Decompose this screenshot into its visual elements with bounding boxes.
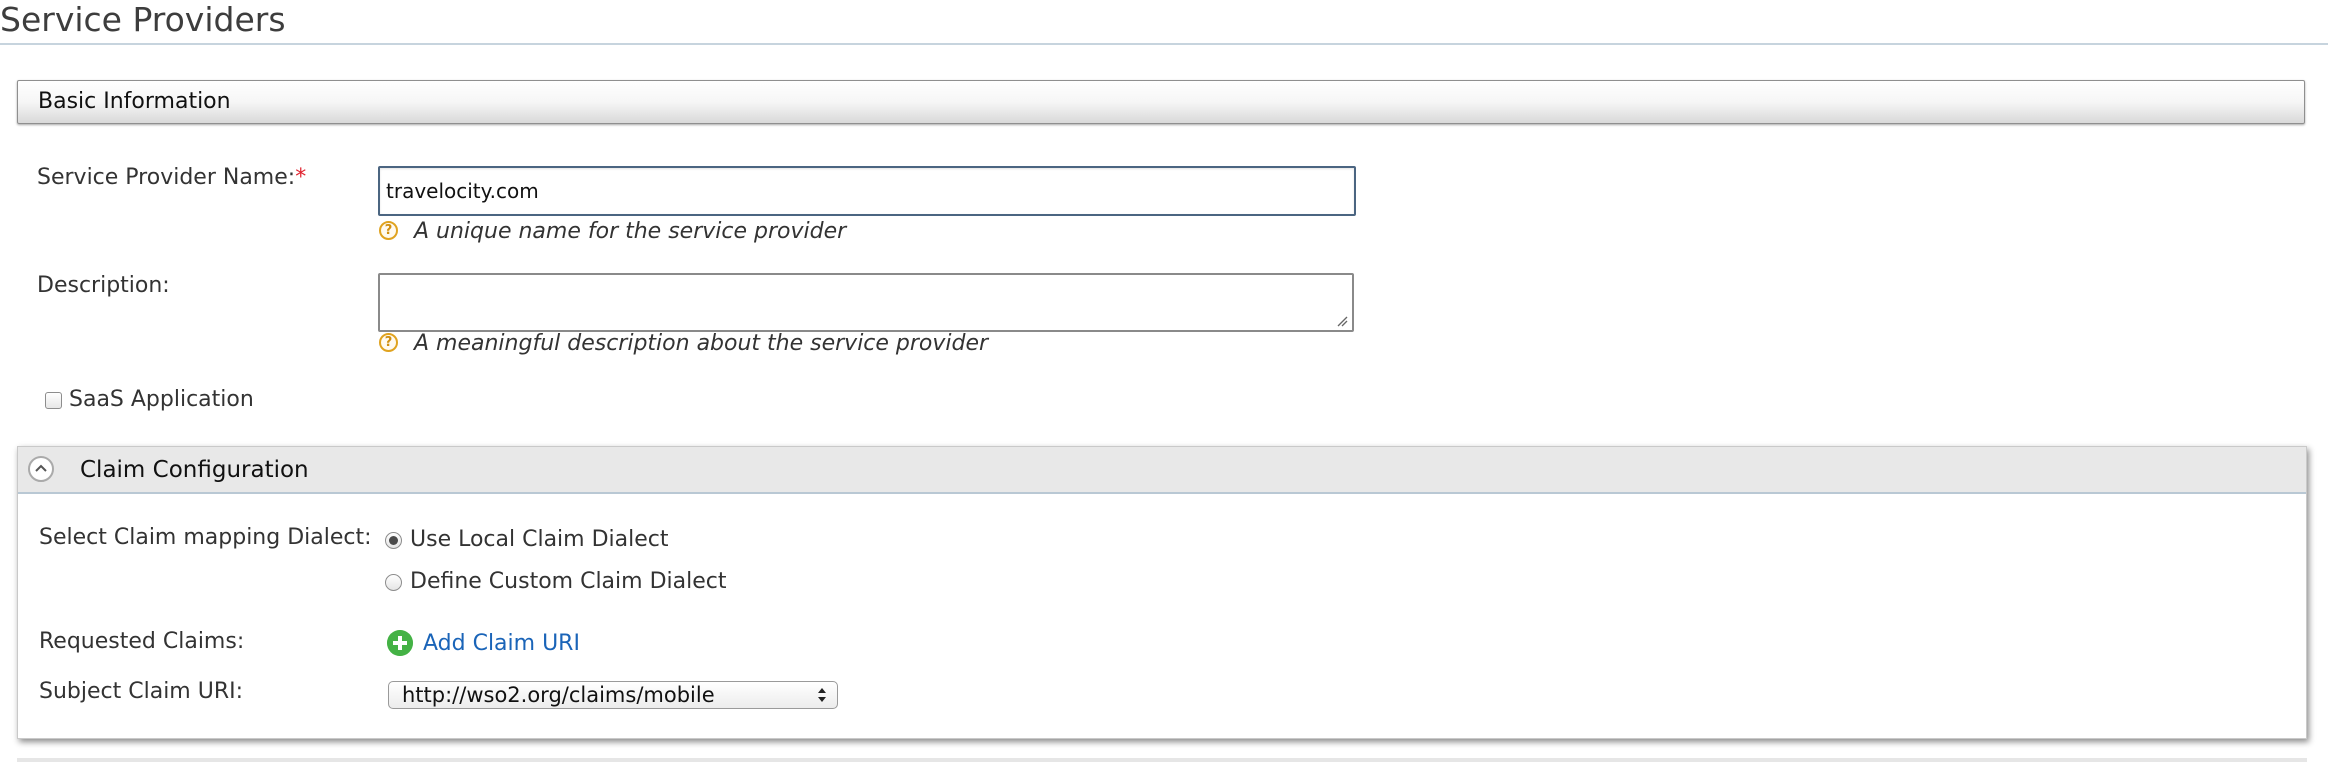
basic-information-header[interactable]: Basic Information <box>17 80 2305 124</box>
subject-claim-uri-value: http://wso2.org/claims/mobile <box>402 683 715 707</box>
claim-configuration-header[interactable]: Claim Configuration <box>18 447 2306 494</box>
description-label: Description: <box>37 273 170 298</box>
required-indicator: * <box>295 165 307 190</box>
claim-configuration-panel: Claim Configuration <box>17 446 2307 739</box>
updown-arrows-icon <box>818 688 826 702</box>
claim-configuration-title: Claim Configuration <box>80 457 309 483</box>
requested-claims-label: Requested Claims: <box>39 629 245 654</box>
use-local-claim-dialect-label[interactable]: Use Local Claim Dialect <box>410 526 669 554</box>
description-textarea[interactable] <box>378 273 1354 332</box>
description-help-text: A meaningful description about the servi… <box>414 331 989 356</box>
name-help-icon: ? <box>379 221 398 240</box>
saas-application-checkbox[interactable] <box>45 392 62 409</box>
subject-claim-uri-select[interactable]: http://wso2.org/claims/mobile <box>388 681 838 709</box>
collapse-button[interactable] <box>28 456 54 482</box>
radio-define-custom-claim-dialect[interactable] <box>385 574 402 591</box>
service-provider-name-label: Service Provider Name:* <box>37 165 307 190</box>
saas-application-label[interactable]: SaaS Application <box>69 386 254 414</box>
name-help-text: A unique name for the service provider <box>414 219 847 244</box>
add-claim-uri-link[interactable]: Add Claim URI <box>423 630 580 658</box>
resize-grip-icon[interactable] <box>1336 315 1348 327</box>
chevron-up-icon <box>35 464 47 472</box>
title-divider <box>0 43 2328 45</box>
page-title: Service Providers <box>0 0 286 39</box>
define-custom-claim-dialect-label[interactable]: Define Custom Claim Dialect <box>410 568 726 596</box>
service-provider-name-input[interactable] <box>378 166 1356 216</box>
next-section-edge <box>17 758 2307 762</box>
basic-information-title: Basic Information <box>38 89 231 114</box>
subject-claim-uri-label: Subject Claim URI: <box>39 679 244 704</box>
description-help-icon: ? <box>379 333 398 352</box>
plus-circle-icon[interactable] <box>387 630 413 656</box>
claim-dialect-label: Select Claim mapping Dialect: <box>39 525 372 550</box>
radio-use-local-claim-dialect[interactable] <box>385 532 402 549</box>
